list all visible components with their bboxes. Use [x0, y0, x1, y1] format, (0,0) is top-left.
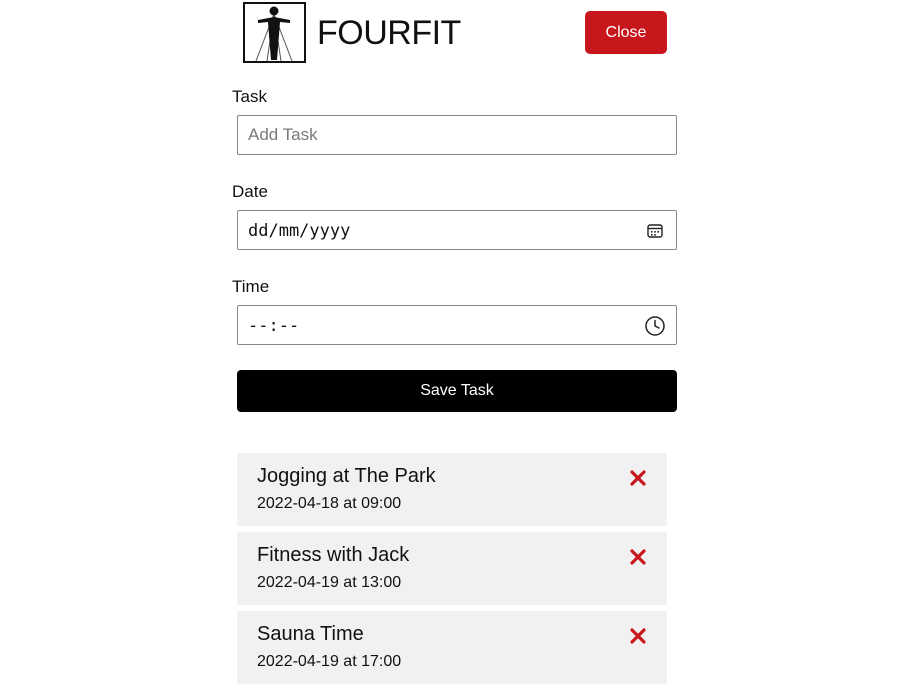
header: FOURFIT Close — [243, 2, 669, 64]
date-label: Date — [232, 182, 268, 201]
delete-x-icon[interactable] — [629, 469, 647, 487]
task-item: Fitness with Jack 2022-04-19 at 13:00 — [237, 532, 667, 605]
task-item: Sauna Time 2022-04-19 at 17:00 — [237, 611, 667, 684]
date-value: dd/mm/yyyy — [248, 221, 351, 241]
date-input[interactable]: dd/mm/yyyy — [237, 210, 677, 250]
task-datetime: 2022-04-19 at 13:00 — [257, 574, 402, 591]
task-title: Jogging at The Park — [257, 465, 436, 487]
delete-x-icon[interactable] — [629, 627, 647, 645]
time-input[interactable]: --:-- — [237, 305, 677, 345]
task-datetime: 2022-04-18 at 09:00 — [257, 495, 402, 512]
close-button[interactable]: Close — [585, 11, 667, 54]
brand-name: FOURFIT — [317, 14, 461, 52]
calendar-icon[interactable] — [644, 220, 666, 242]
task-title: Fitness with Jack — [257, 544, 410, 566]
task-label: Task — [232, 87, 267, 106]
time-value: --:-- — [248, 316, 300, 336]
task-title: Sauna Time — [257, 623, 364, 645]
task-list: Jogging at The Park 2022-04-18 at 09:00 … — [237, 453, 667, 690]
task-input[interactable] — [238, 116, 676, 154]
task-field[interactable] — [237, 115, 677, 155]
fitness-figure-logo-icon — [243, 2, 306, 63]
delete-x-icon[interactable] — [629, 548, 647, 566]
task-datetime: 2022-04-19 at 17:00 — [257, 653, 402, 670]
clock-icon[interactable] — [644, 315, 666, 337]
task-item: Jogging at The Park 2022-04-18 at 09:00 — [237, 453, 667, 526]
save-task-button[interactable]: Save Task — [237, 370, 677, 412]
time-label: Time — [232, 277, 270, 296]
